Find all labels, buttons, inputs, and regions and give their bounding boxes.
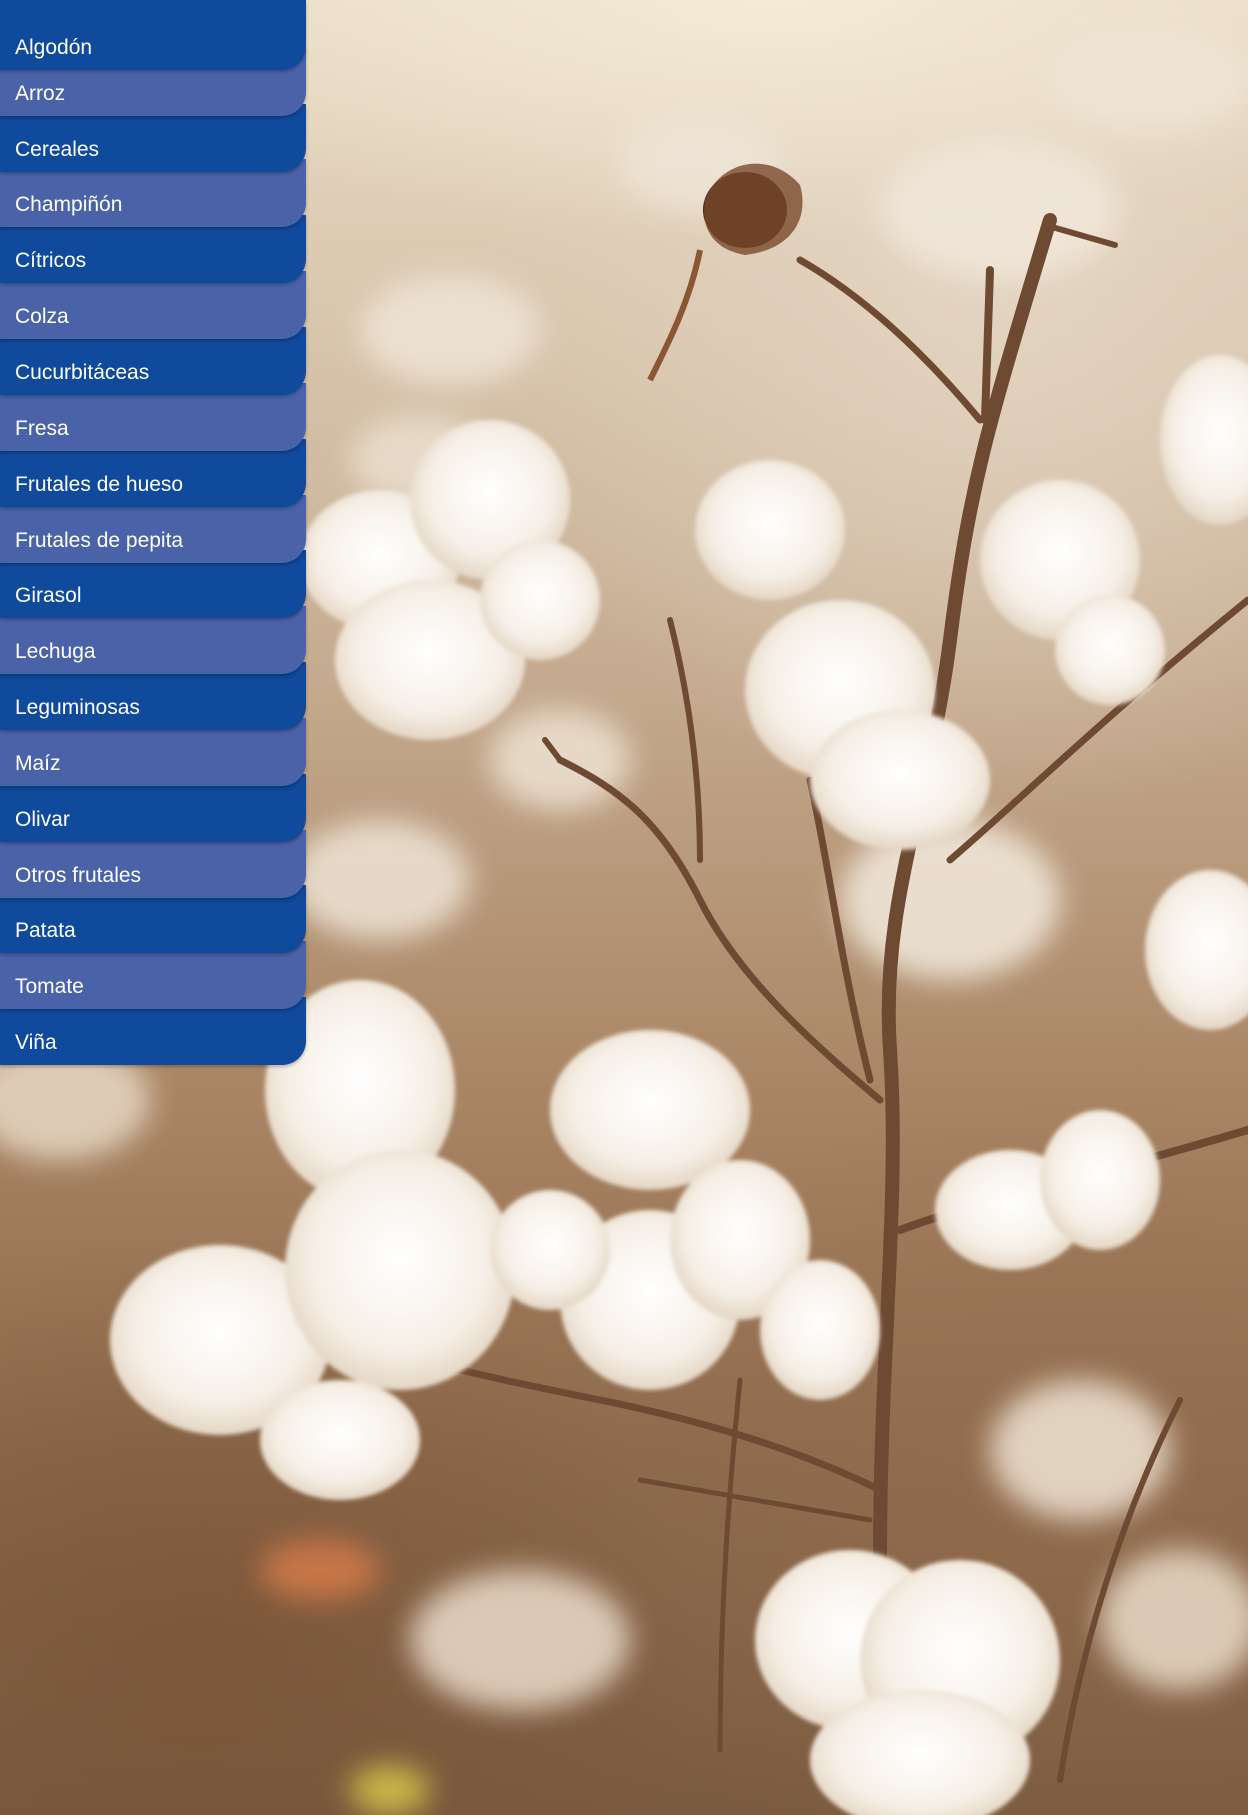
crop-menu-item-label: Cucurbitáceas bbox=[15, 361, 150, 384]
crop-menu-item-label: Patata bbox=[15, 919, 76, 942]
crop-menu-item-label: Cítricos bbox=[15, 249, 87, 272]
crop-menu-item-label: Arroz bbox=[15, 82, 66, 105]
crop-menu-item-label: Leguminosas bbox=[15, 696, 140, 719]
crop-menu-item-label: Algodón bbox=[15, 36, 93, 59]
crop-menu-item-label: Olivar bbox=[15, 808, 70, 831]
crop-menu-item-label: Maíz bbox=[15, 752, 61, 775]
crop-menu-item-label: Cereales bbox=[15, 138, 100, 161]
crop-menu-item[interactable]: Algodón bbox=[0, 0, 306, 70]
crop-menu-item-label: Champiñón bbox=[15, 193, 123, 216]
crop-menu-item-label: Colza bbox=[15, 305, 69, 328]
crop-menu-item-label: Frutales de pepita bbox=[15, 529, 184, 552]
crop-menu-item-label: Otros frutales bbox=[15, 864, 142, 887]
crop-menu-item-label: Frutales de hueso bbox=[15, 473, 184, 496]
crop-menu-item-label: Lechuga bbox=[15, 640, 96, 663]
crop-menu-item-label: Girasol bbox=[15, 584, 82, 607]
crop-menu-item-label: Tomate bbox=[15, 975, 84, 998]
crop-menu-item-label: Viña bbox=[15, 1031, 57, 1054]
crop-menu-item-label: Fresa bbox=[15, 417, 69, 440]
